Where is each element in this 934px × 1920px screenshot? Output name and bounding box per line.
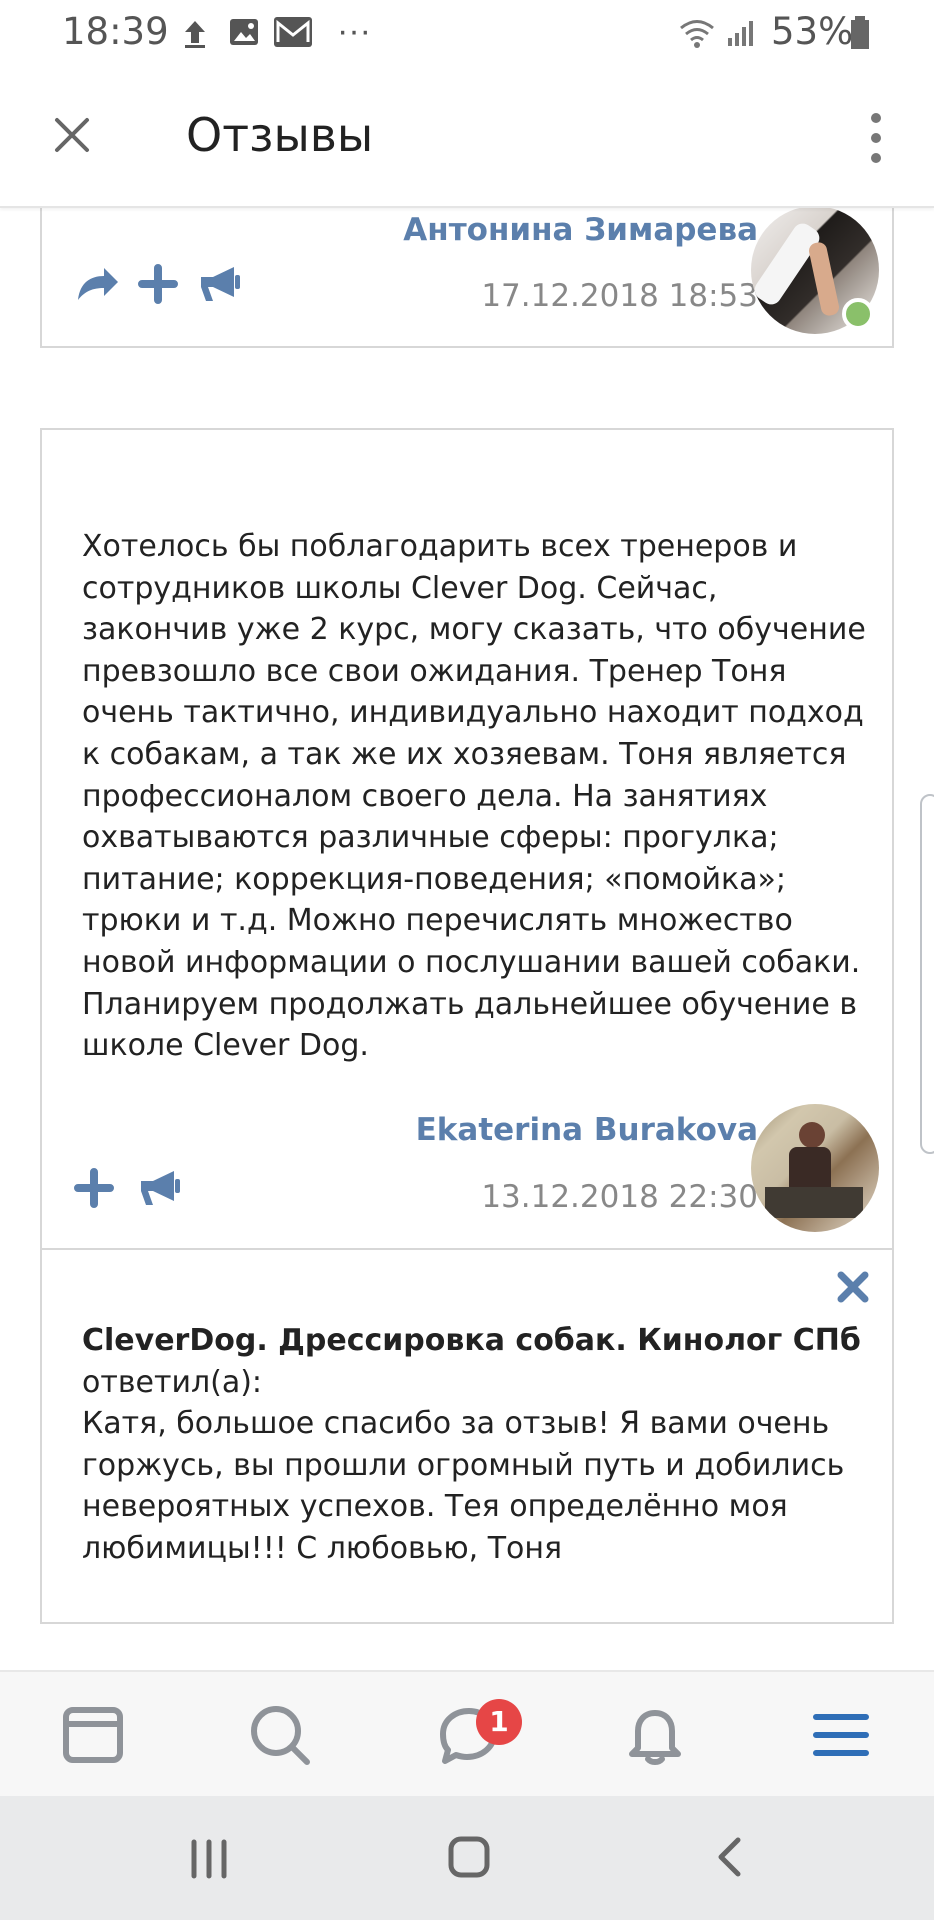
menu-icon[interactable] (806, 1700, 876, 1770)
reply-text: CleverDog. Дрессировка собак. Кинолог СП… (82, 1320, 862, 1570)
app-header: Отзывы (0, 70, 934, 208)
review-date: 13.12.2018 22:30 (481, 1179, 758, 1215)
avatar[interactable] (751, 1104, 879, 1232)
system-navigation (0, 1796, 934, 1920)
review-author[interactable]: Антонина Зимарева (338, 212, 758, 248)
reply-author[interactable]: CleverDog. Дрессировка собак. Кинолог СП… (82, 1323, 861, 1358)
scrollbar[interactable] (920, 794, 934, 1154)
megaphone-icon[interactable] (136, 1166, 184, 1210)
news-icon[interactable] (58, 1700, 128, 1770)
review-date: 17.12.2018 18:53 (481, 278, 758, 314)
recent-apps-icon[interactable] (186, 1836, 232, 1882)
notifications-icon[interactable] (620, 1700, 690, 1770)
reply-message: Катя, большое спасибо за отзыв! Я вами о… (82, 1406, 845, 1566)
signal-icon (728, 21, 753, 46)
reply-verb: ответил(а): (82, 1364, 263, 1400)
back-icon[interactable] (707, 1834, 753, 1880)
status-bar: 18:39 ··· 53% (0, 0, 934, 70)
more-notifications-icon: ··· (337, 12, 371, 50)
gmail-icon (274, 17, 312, 47)
unread-badge: 1 (476, 1699, 522, 1745)
share-icon[interactable] (74, 264, 120, 304)
bottom-navigation: 1 (0, 1670, 934, 1798)
wifi-icon (680, 20, 714, 48)
close-icon[interactable] (51, 114, 93, 156)
review-card-burakova: Хотелось бы поблагодарить всех тренеров … (40, 428, 894, 1250)
more-vertical-icon[interactable] (868, 110, 884, 166)
review-author[interactable]: Ekaterina Burakova (338, 1112, 758, 1148)
home-icon[interactable] (446, 1834, 492, 1880)
plus-icon[interactable] (138, 264, 178, 304)
status-time: 18:39 (62, 10, 169, 53)
review-card-zimareva: Антонина Зимарева 17.12.2018 18:53 (40, 206, 894, 348)
page-title: Отзывы (186, 108, 374, 162)
battery-percent: 53% (771, 10, 854, 53)
close-icon[interactable] (836, 1270, 870, 1304)
online-status-indicator (842, 298, 874, 330)
plus-icon[interactable] (74, 1168, 114, 1208)
upload-icon (185, 21, 205, 48)
review-text: Хотелось бы поблагодарить всех тренеров … (82, 529, 866, 1064)
image-icon (230, 19, 258, 45)
megaphone-icon[interactable] (196, 262, 244, 306)
admin-reply-card: CleverDog. Дрессировка собак. Кинолог СП… (40, 1250, 894, 1624)
battery-icon (851, 16, 869, 49)
search-icon[interactable] (245, 1700, 315, 1770)
